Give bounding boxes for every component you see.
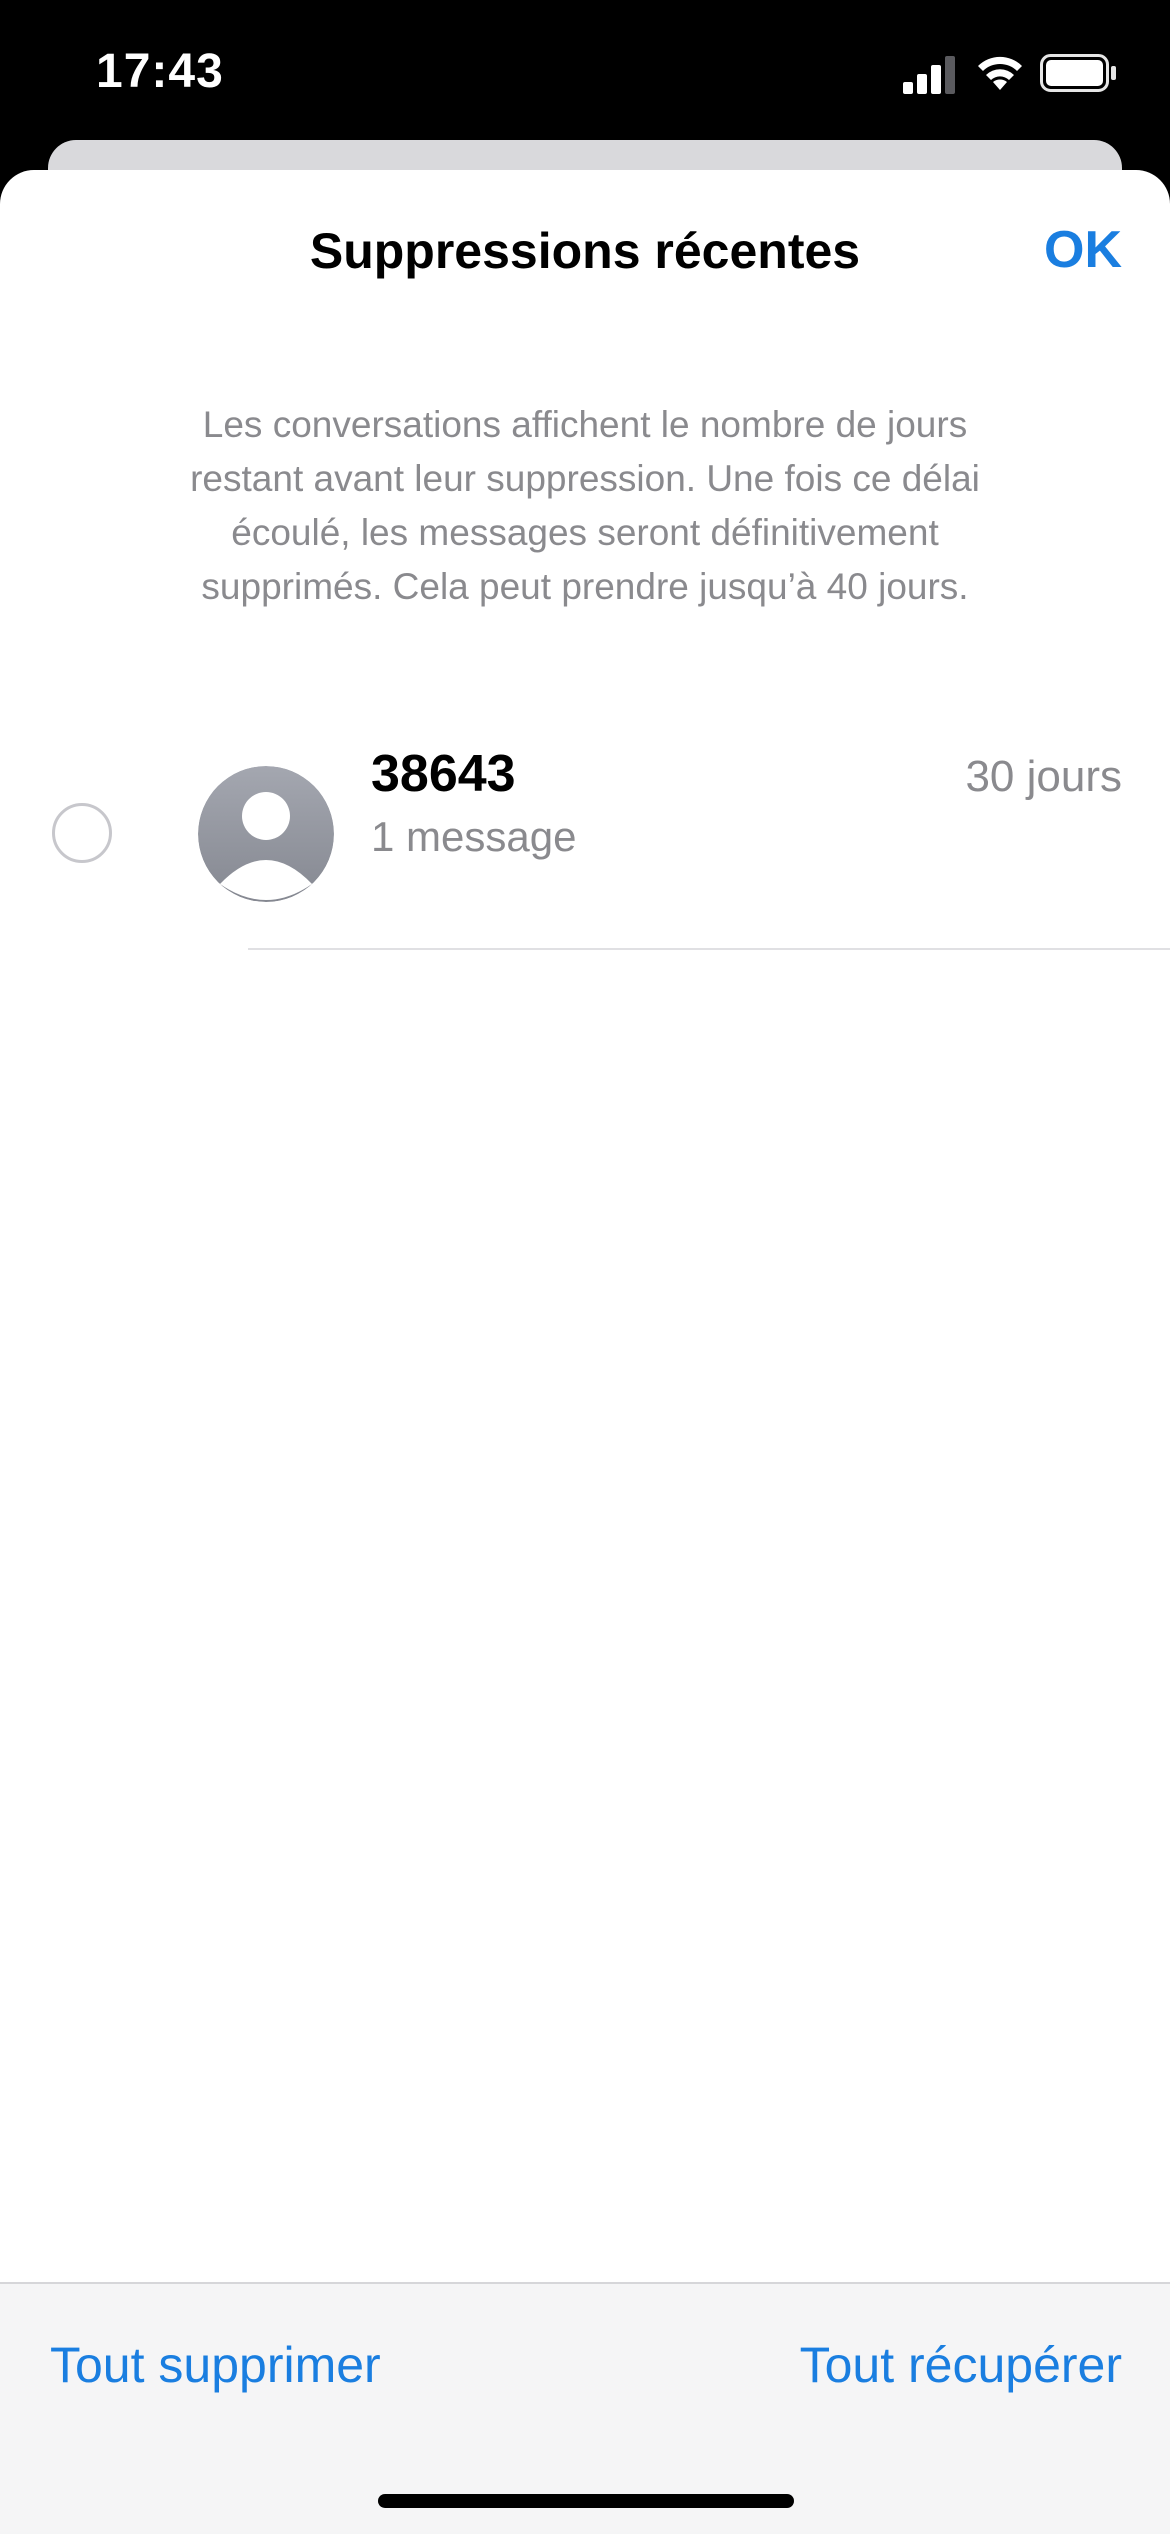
wifi-icon (978, 56, 1022, 90)
ok-button[interactable]: OK (1044, 220, 1122, 280)
status-bar: 17:43 (0, 0, 1170, 140)
conversation-message-count: 1 message (371, 813, 577, 860)
battery-icon (1040, 54, 1116, 92)
select-circle-icon[interactable] (52, 803, 112, 863)
home-indicator[interactable] (378, 2494, 794, 2508)
status-time: 17:43 (96, 45, 224, 98)
delete-all-button[interactable]: Tout supprimer (50, 2336, 381, 2394)
bottom-toolbar: Tout supprimer Tout récupérer (0, 2282, 1170, 2534)
conversation-name: 38643 (371, 745, 516, 803)
row-divider (248, 948, 1170, 950)
sheet-title: Suppressions récentes (309, 223, 861, 279)
person-avatar-icon (198, 766, 334, 902)
signal-icon (903, 56, 955, 94)
days-remaining: 30 jours (965, 752, 1122, 801)
recover-all-button[interactable]: Tout récupérer (800, 2336, 1122, 2394)
conversation-row[interactable] (0, 710, 1170, 950)
deletion-info-text: Les conversations affichent le nombre de… (190, 404, 980, 607)
recently-deleted-sheet: Suppressions récentes OK Les conversatio… (0, 170, 1170, 2532)
